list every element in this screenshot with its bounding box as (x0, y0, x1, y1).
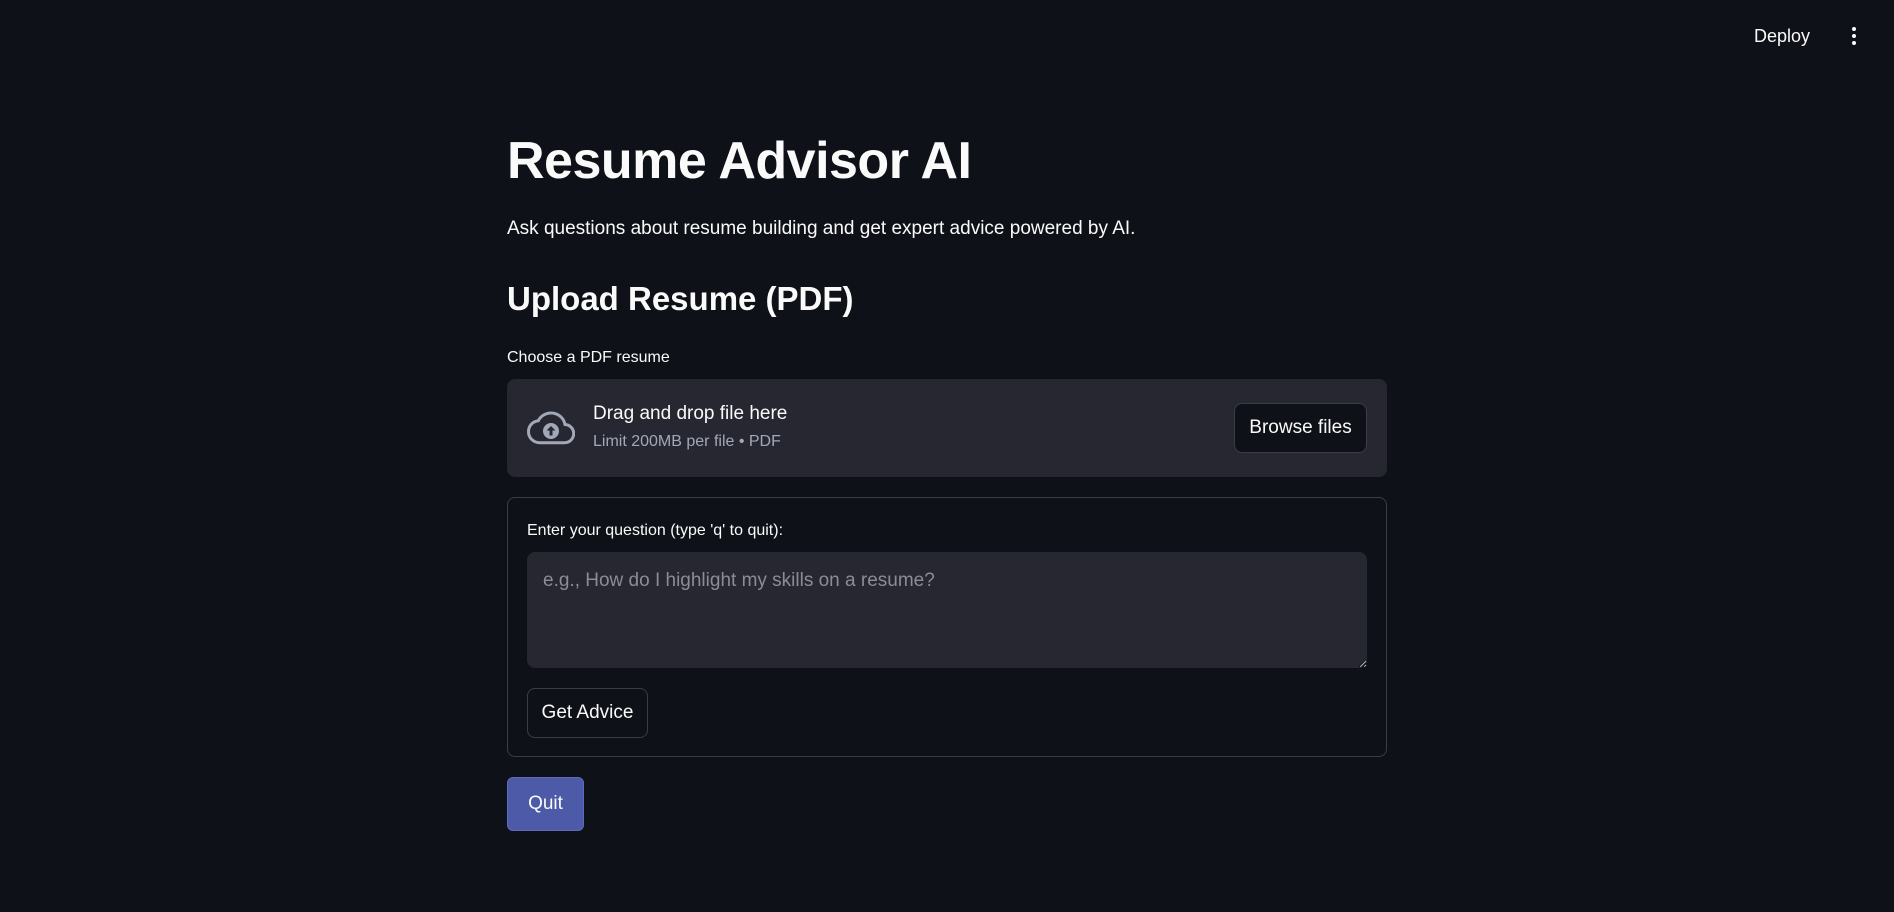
question-label: Enter your question (type 'q' to quit): (527, 521, 784, 539)
uploader-label: Choose a PDF resume (507, 348, 670, 366)
dropzone-instruction: Drag and drop file here (593, 402, 788, 424)
deploy-button[interactable]: Deploy (1748, 22, 1816, 51)
cloud-upload-icon (527, 411, 575, 444)
upload-section-title: Upload Resume (PDF) (507, 279, 854, 317)
browse-files-button[interactable]: Browse files (1234, 402, 1367, 453)
kebab-menu-icon[interactable] (1840, 22, 1868, 50)
main-content: Resume Advisor AI Ask questions about re… (507, 130, 1387, 831)
question-input[interactable] (527, 551, 1367, 668)
quit-button[interactable]: Quit (507, 776, 584, 831)
question-form: Enter your question (type 'q' to quit): … (507, 496, 1387, 757)
page-title: Resume Advisor AI (507, 132, 972, 190)
file-dropzone[interactable]: Drag and drop file here Limit 200MB per … (507, 378, 1387, 477)
get-advice-button[interactable]: Get Advice (527, 687, 648, 738)
top-toolbar: Deploy (0, 0, 1894, 72)
dropzone-text: Drag and drop file here Limit 200MB per … (593, 403, 787, 451)
page-subtitle: Ask questions about resume building and … (507, 218, 1136, 240)
dropzone-limit: Limit 200MB per file • PDF (593, 432, 781, 450)
